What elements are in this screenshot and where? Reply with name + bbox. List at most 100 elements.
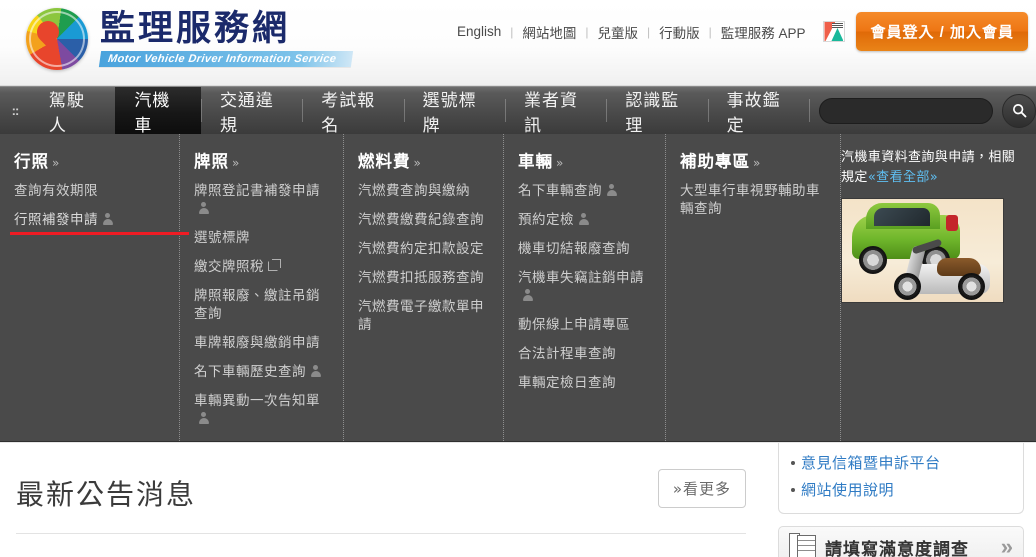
news-section: 最新公告消息 »看更多 — [0, 443, 770, 550]
megamenu-link-label: 汽燃費扣抵服務查詢 — [358, 269, 484, 286]
megamenu-link-motorcycle-scrap-query[interactable]: 機車切結報廢查詢 — [518, 241, 653, 259]
member-login-button[interactable]: 會員登入 / 加入會員 — [856, 12, 1028, 51]
promo-view-all-link[interactable]: «查看全部» — [868, 170, 938, 185]
list-item[interactable]: 意見信箱暨申訴平台 — [789, 449, 1013, 476]
util-link-mobile[interactable]: 行動版 — [650, 22, 709, 42]
user-login-required-icon — [198, 411, 209, 424]
car-taillight-shape — [946, 215, 958, 232]
megamenu-heading-label: 行照 — [14, 152, 49, 171]
megamenu-link-stolen-vehicle-cancellation[interactable]: 汽機車失竊註銷申請 — [518, 270, 653, 306]
megamenu-link-label: 動保線上申請專區 — [518, 316, 630, 333]
megamenu-column-fuel-fee: 燃料費» 汽燃費查詢與繳納 汽燃費繳費紀錄查詢 汽燃費約定扣款設定 汽燃費扣抵服… — [344, 134, 504, 441]
util-link-english[interactable]: English — [448, 24, 510, 39]
megamenu-link-vehicle-change-notice[interactable]: 車輛異動一次告知單 — [194, 393, 331, 429]
nav-item-exam-registration[interactable]: 考試報名 — [302, 87, 403, 136]
util-link-sitemap[interactable]: 網站地圖 — [513, 22, 585, 42]
user-login-required-icon — [198, 201, 209, 214]
sidebar-links-card: 意見信箱暨申訴平台 網站使用說明 — [778, 443, 1024, 514]
megamenu-link-plate-selection[interactable]: 選號標牌 — [194, 230, 331, 248]
megamenu-link-fuel-fee-ebill-application[interactable]: 汽燃費電子繳款單申請 — [358, 299, 491, 335]
megamenu-link-label: 機車切結報廢查詢 — [518, 240, 630, 257]
megamenu-link-owned-vehicle-history[interactable]: 名下車輛歷史查詢 — [194, 364, 331, 382]
chevron-right-icon: » — [52, 156, 61, 170]
megamenu-link-label: 汽燃費約定扣款設定 — [358, 240, 484, 257]
megamenu-heading[interactable]: 燃料費» — [358, 148, 491, 172]
megamenu-link-label: 汽機車失竊註銷申請 — [518, 269, 644, 286]
megamenu-heading-label: 燃料費 — [358, 152, 411, 171]
megamenu-heading[interactable]: 牌照» — [194, 148, 331, 172]
megamenu-link-inspection-date-query[interactable]: 車輛定檢日查詢 — [518, 375, 653, 393]
below-fold-content: 最新公告消息 »看更多 意見信箱暨申訴平台 網站使用說明 請填寫滿意度調查 » — [0, 442, 1036, 557]
megamenu-heading[interactable]: 車輛» — [518, 148, 653, 172]
accessibility-anchor-marker[interactable]: :: — [0, 87, 30, 134]
user-login-required-icon — [102, 212, 113, 225]
accessibility-aa-badge-icon[interactable] — [823, 21, 846, 42]
nav-item-operator-info[interactable]: 業者資訊 — [504, 87, 606, 136]
car-window-shape — [874, 208, 930, 227]
divider — [16, 533, 746, 534]
chevron-right-icon: » — [232, 156, 241, 170]
sidebar-link-feedback[interactable]: 意見信箱暨申訴平台 — [801, 452, 941, 473]
view-more-button[interactable]: »看更多 — [657, 469, 746, 508]
green-car-and-scooter-illustration — [841, 198, 1004, 304]
megamenu-link-fuel-fee-query-pay[interactable]: 汽燃費查詢與繳納 — [358, 183, 491, 201]
megamenu-link-label: 汽燃費查詢與繳納 — [358, 183, 470, 199]
util-link-kids[interactable]: 兒童版 — [588, 22, 647, 42]
megamenu-link-label: 合法計程車查詢 — [518, 345, 616, 362]
megamenu-link-label: 車牌報廢與繳銷申請 — [194, 334, 320, 351]
megamenu-link-label: 汽燃費繳費紀錄查詢 — [358, 211, 484, 228]
page-title: 最新公告消息 — [16, 478, 197, 511]
megamenu-link-label: 車輛異動一次告知單 — [194, 392, 320, 409]
megamenu-link-label: 汽燃費電子繳款單申請 — [358, 298, 484, 333]
megamenu-heading[interactable]: 行照» — [14, 148, 167, 172]
megamenu-link-fuel-fee-autopay-setup[interactable]: 汽燃費約定扣款設定 — [358, 241, 491, 259]
rainbow-globe-heart-logo-icon — [26, 8, 88, 70]
user-login-required-icon — [522, 288, 533, 301]
megamenu-heading[interactable]: 補助專區» — [680, 148, 828, 172]
megamenu-columns: 行照» 查詢有效期限 行照補發申請 牌照» 牌照登記書補發申請 選號標牌 繳交牌… — [0, 134, 841, 441]
nav-item-plate-selection[interactable]: 選號標牌 — [403, 87, 505, 136]
sidebar-link-list: 意見信箱暨申訴平台 網站使用說明 — [789, 449, 1013, 503]
nav-item-drivers[interactable]: 駕駛人 — [30, 87, 116, 136]
list-item[interactable]: 網站使用說明 — [789, 476, 1013, 503]
nav-item-about-mvdis[interactable]: 認識監理 — [606, 87, 707, 136]
scooter-rear-wheel — [958, 273, 985, 301]
search-button[interactable] — [1002, 93, 1036, 128]
megamenu-link-label: 車輛定檢日查詢 — [518, 374, 616, 391]
megamenu-link-plate-registration-reissue[interactable]: 牌照登記書補發申請 — [194, 183, 331, 219]
megamenu-heading-label: 車輛 — [518, 152, 553, 171]
megamenu-link-chattel-mortgage-online[interactable]: 動保線上申請專區 — [518, 317, 653, 335]
megamenu-link-label: 名下車輛查詢 — [518, 183, 602, 199]
megamenu-link-pay-plate-tax[interactable]: 繳交牌照稅 — [194, 258, 331, 277]
promo-text: 汽機車資料查詢與申請，相關規定«查看全部» — [841, 148, 1024, 188]
chevron-right-icon: » — [556, 156, 565, 170]
sidebar-link-usage-guide[interactable]: 網站使用說明 — [801, 479, 894, 500]
megamenu-link-plate-scrap-application[interactable]: 車牌報廢與繳銷申請 — [194, 335, 331, 353]
megamenu-link-license-reissue[interactable]: 行照補發申請 — [10, 212, 189, 235]
external-link-icon — [268, 258, 281, 271]
megamenu-heading-label: 補助專區 — [680, 152, 750, 171]
megamenu-link-label: 牌照報廢、繳註吊銷查詢 — [194, 287, 320, 322]
megamenu-link-label: 預約定檢 — [518, 211, 574, 228]
util-link-app[interactable]: 監理服務 APP — [712, 22, 815, 42]
satisfaction-survey-banner[interactable]: 請填寫滿意度調查 » — [778, 526, 1024, 557]
megamenu-link-plate-scrap-query[interactable]: 牌照報廢、繳註吊銷查詢 — [194, 288, 331, 324]
site-brand[interactable]: 監理服務網 Motor Vehicle Driver Information S… — [26, 8, 354, 70]
megamenu-link-check-validity[interactable]: 查詢有效期限 — [14, 183, 167, 201]
nav-item-traffic-violations[interactable]: 交通違規 — [200, 87, 302, 136]
survey-label: 請填寫滿意度調查 — [825, 539, 969, 557]
brand-text: 監理服務網 Motor Vehicle Driver Information S… — [98, 10, 354, 67]
megamenu-link-owned-vehicle-query[interactable]: 名下車輛查詢 — [518, 183, 653, 201]
megamenu-link-inspection-booking[interactable]: 預約定檢 — [518, 212, 653, 230]
megamenu-link-fuel-fee-payment-record[interactable]: 汽燃費繳費紀錄查詢 — [358, 212, 491, 230]
megamenu-link-legal-taxi-query[interactable]: 合法計程車查詢 — [518, 346, 653, 364]
megamenu-link-large-vehicle-blindspot-query[interactable]: 大型車行車視野輔助車輛查詢 — [680, 183, 828, 219]
search-input[interactable] — [819, 97, 993, 124]
nav-item-accident-appraisal[interactable]: 事故鑑定 — [707, 87, 809, 136]
megamenu-link-label: 繳交牌照稅 — [194, 258, 264, 275]
nav-item-vehicles[interactable]: 汽機車 — [115, 87, 201, 136]
scooter-front-wheel — [894, 273, 921, 301]
megamenu-vehicles: 行照» 查詢有效期限 行照補發申請 牌照» 牌照登記書補發申請 選號標牌 繳交牌… — [0, 134, 1036, 442]
nav-search-group — [809, 87, 1036, 134]
megamenu-link-fuel-fee-deduction-query[interactable]: 汽燃費扣抵服務查詢 — [358, 270, 491, 288]
